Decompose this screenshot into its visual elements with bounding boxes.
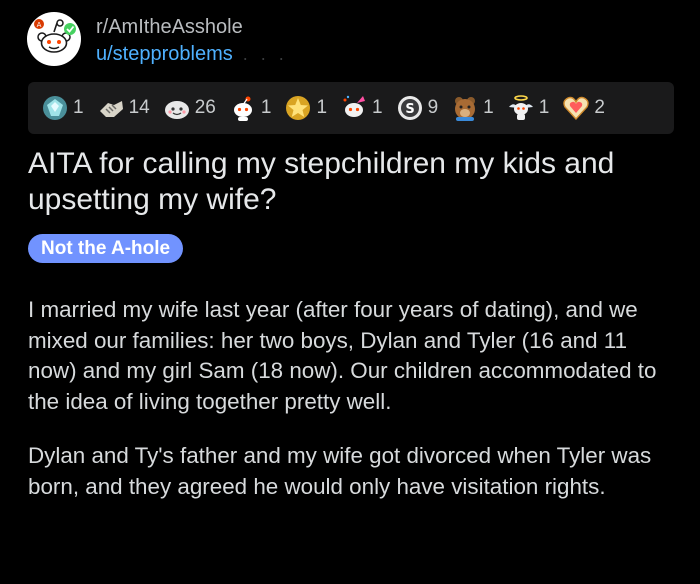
award-item[interactable]: 14 bbox=[96, 93, 150, 123]
award-item[interactable]: S 9 bbox=[395, 93, 439, 123]
awards-bar[interactable]: 1 14 26 1 1 1 S 9 1 1 2 bbox=[28, 82, 674, 134]
bear-award-icon bbox=[455, 97, 476, 121]
award-item[interactable]: 2 bbox=[561, 93, 605, 123]
snoo-icon: A bbox=[34, 19, 76, 53]
subreddit-name[interactable]: r/AmItheAsshole bbox=[96, 14, 288, 40]
award-count: 1 bbox=[73, 97, 84, 118]
silver-coin-award-icon: S bbox=[397, 96, 422, 120]
post-body: I married my wife last year (after four … bbox=[28, 295, 678, 526]
post-meta: r/AmItheAsshole u/stepproblems . . . bbox=[96, 14, 288, 68]
angel-award-icon bbox=[508, 95, 533, 120]
wholesome-award-icon bbox=[164, 101, 189, 119]
post-paragraph: I married my wife last year (after four … bbox=[28, 297, 657, 414]
award-count: 9 bbox=[427, 97, 439, 118]
award-item[interactable]: 1 bbox=[228, 93, 272, 123]
award-count: 1 bbox=[316, 97, 328, 118]
award-item[interactable]: 1 bbox=[40, 93, 84, 123]
award-count: 14 bbox=[128, 97, 150, 118]
award-count: 1 bbox=[538, 97, 550, 118]
snoo-award-icon bbox=[233, 96, 252, 121]
award-count: 2 bbox=[594, 97, 605, 118]
svg-text:S: S bbox=[405, 102, 414, 117]
award-item[interactable]: 26 bbox=[162, 93, 216, 123]
handshake-award-icon bbox=[99, 101, 123, 117]
username-link[interactable]: u/stepproblems bbox=[96, 40, 233, 68]
award-count: 1 bbox=[483, 97, 494, 118]
award-count: 1 bbox=[372, 97, 383, 118]
post-paragraph: Dylan and Ty's father and my wife got di… bbox=[28, 443, 652, 499]
award-item[interactable]: 1 bbox=[339, 93, 383, 123]
award-count: 26 bbox=[194, 97, 216, 118]
award-item[interactable]: 1 bbox=[283, 93, 327, 123]
post-title[interactable]: AITA for calling my stepchildren my kids… bbox=[28, 146, 678, 218]
award-item[interactable]: 1 bbox=[506, 93, 550, 123]
award-item[interactable]: 1 bbox=[450, 93, 494, 123]
subreddit-avatar[interactable]: A bbox=[27, 12, 81, 66]
heart-award-icon bbox=[563, 96, 590, 121]
post-flair[interactable]: Not the A-hole bbox=[28, 234, 184, 263]
award-count: 1 bbox=[260, 97, 272, 118]
gold-star-award-icon bbox=[286, 96, 311, 120]
gem-award-icon bbox=[43, 96, 67, 120]
user-row: u/stepproblems . . . bbox=[96, 40, 288, 68]
party-snoo-award-icon bbox=[343, 95, 366, 117]
more-options-dots[interactable]: . . . bbox=[243, 40, 288, 68]
svg-text:A: A bbox=[37, 21, 42, 29]
post-header: A r/AmItheAsshole u/stepproblems . . . bbox=[27, 12, 288, 68]
